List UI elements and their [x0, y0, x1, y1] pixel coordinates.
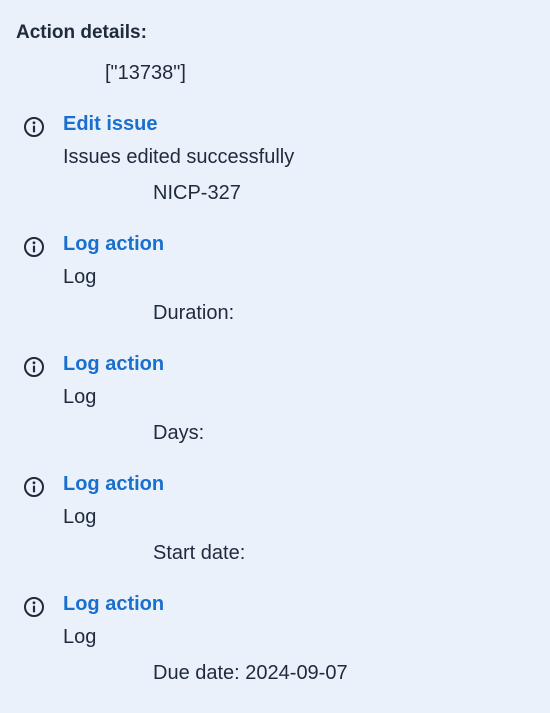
log-entry: Log action Log Days:: [0, 353, 550, 463]
entry-title-link[interactable]: Log action: [63, 353, 164, 376]
log-entry: Log action Log Start date:: [0, 473, 550, 583]
log-entry: Log action Log Duration:: [0, 233, 550, 343]
entry-description: Log: [63, 266, 97, 288]
entry-description: Issues edited successfully: [63, 146, 295, 168]
info-icon: [23, 476, 45, 498]
entry-title-link[interactable]: Log action: [63, 593, 164, 616]
info-icon: [23, 356, 45, 378]
action-details-value: ["13738"]: [105, 62, 186, 84]
action-details-panel: Action details: ["13738"] Edit issue Iss…: [0, 0, 550, 713]
action-details-heading: Action details:: [16, 22, 147, 43]
entry-detail: Due date: 2024-09-07: [153, 662, 348, 684]
entry-description: Log: [63, 386, 97, 408]
info-icon: [23, 116, 45, 138]
log-entry: Edit issue Issues edited successfully NI…: [0, 113, 550, 223]
entry-detail: Start date:: [153, 542, 246, 564]
entry-description: Log: [63, 506, 97, 528]
entry-detail: Duration:: [153, 302, 235, 324]
entry-title-link[interactable]: Log action: [63, 233, 164, 256]
entry-detail: NICP-327: [153, 182, 241, 204]
info-icon: [23, 236, 45, 258]
entry-description: Log: [63, 626, 97, 648]
entry-title-link[interactable]: Edit issue: [63, 113, 157, 136]
entry-title-link[interactable]: Log action: [63, 473, 164, 496]
entry-detail: Days:: [153, 422, 205, 444]
info-icon: [23, 596, 45, 618]
log-entry: Log action Log Due date: 2024-09-07: [0, 593, 550, 703]
